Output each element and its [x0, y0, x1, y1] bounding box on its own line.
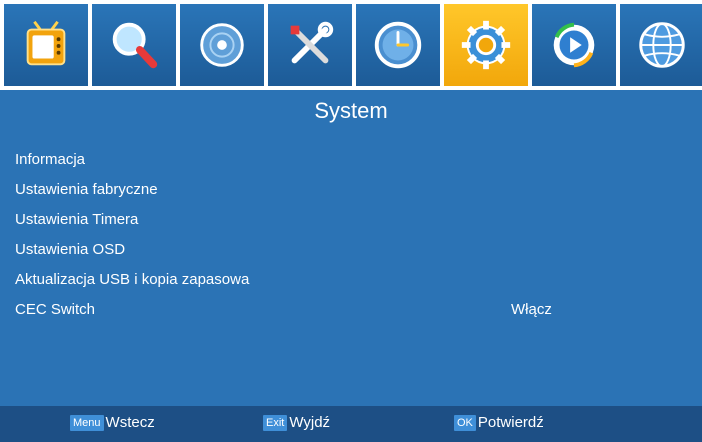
tab-timer[interactable] — [356, 4, 440, 86]
menu-item-ustawienia-timera[interactable]: Ustawienia Timera — [15, 205, 687, 235]
exit-hint[interactable]: Exit Wyjdź — [263, 414, 330, 431]
tab-tools[interactable] — [268, 4, 352, 86]
disc-icon — [200, 23, 244, 67]
system-menu-screen: System Informacja Ustawienia fabryczne U… — [0, 0, 702, 442]
play-icon — [553, 22, 595, 68]
category-icon-bar — [0, 0, 702, 90]
tab-search[interactable] — [92, 4, 176, 86]
page-title: System — [314, 98, 388, 123]
clock-icon — [374, 21, 422, 69]
gear-icon — [461, 20, 511, 70]
back-label: Wstecz — [105, 414, 155, 431]
tab-network[interactable] — [620, 4, 702, 86]
back-hint[interactable]: Menu Wstecz — [70, 414, 155, 431]
menu-item-label: Ustawienia Timera — [15, 211, 139, 228]
tab-system[interactable] — [444, 4, 528, 86]
menu-key-badge: Menu — [70, 414, 104, 431]
menu-item-informacja[interactable]: Informacja — [15, 145, 687, 175]
menu-item-label: CEC Switch — [15, 301, 96, 318]
menu-item-label: Aktualizacja USB i kopia zapasowa — [15, 271, 250, 288]
ok-key-badge: OK — [454, 414, 476, 431]
tab-media[interactable] — [180, 4, 264, 86]
ok-hint[interactable]: OK Potwierdź — [454, 414, 544, 431]
system-panel: System Informacja Ustawienia fabryczne U… — [0, 90, 702, 406]
globe-icon — [639, 22, 685, 68]
tab-tv[interactable] — [4, 4, 88, 86]
search-icon — [112, 22, 158, 69]
exit-key-badge: Exit — [263, 414, 288, 431]
menu-item-cec-switch[interactable]: CEC Switch Włącz — [15, 295, 687, 325]
system-menu-list: Informacja Ustawienia fabryczne Ustawien… — [15, 145, 687, 325]
menu-item-label: Informacja — [15, 151, 86, 168]
menu-item-aktualizacja-usb[interactable]: Aktualizacja USB i kopia zapasowa — [15, 265, 687, 295]
menu-item-ustawienia-osd[interactable]: Ustawienia OSD — [15, 235, 687, 265]
tab-multimedia[interactable] — [532, 4, 616, 86]
exit-label: Wyjdź — [289, 414, 331, 431]
tv-icon — [26, 20, 66, 66]
ok-label: Potwierdź — [477, 414, 544, 431]
menu-item-label: Ustawienia OSD — [15, 241, 126, 258]
menu-item-ustawienia-fabryczne[interactable]: Ustawienia fabryczne — [15, 175, 687, 205]
cec-switch-value[interactable]: Włącz — [511, 295, 552, 325]
menu-item-label: Ustawienia fabryczne — [15, 181, 158, 198]
tools-icon — [290, 21, 334, 64]
help-bar: Menu Wstecz Exit Wyjdź OK Potwierdź — [0, 406, 702, 442]
